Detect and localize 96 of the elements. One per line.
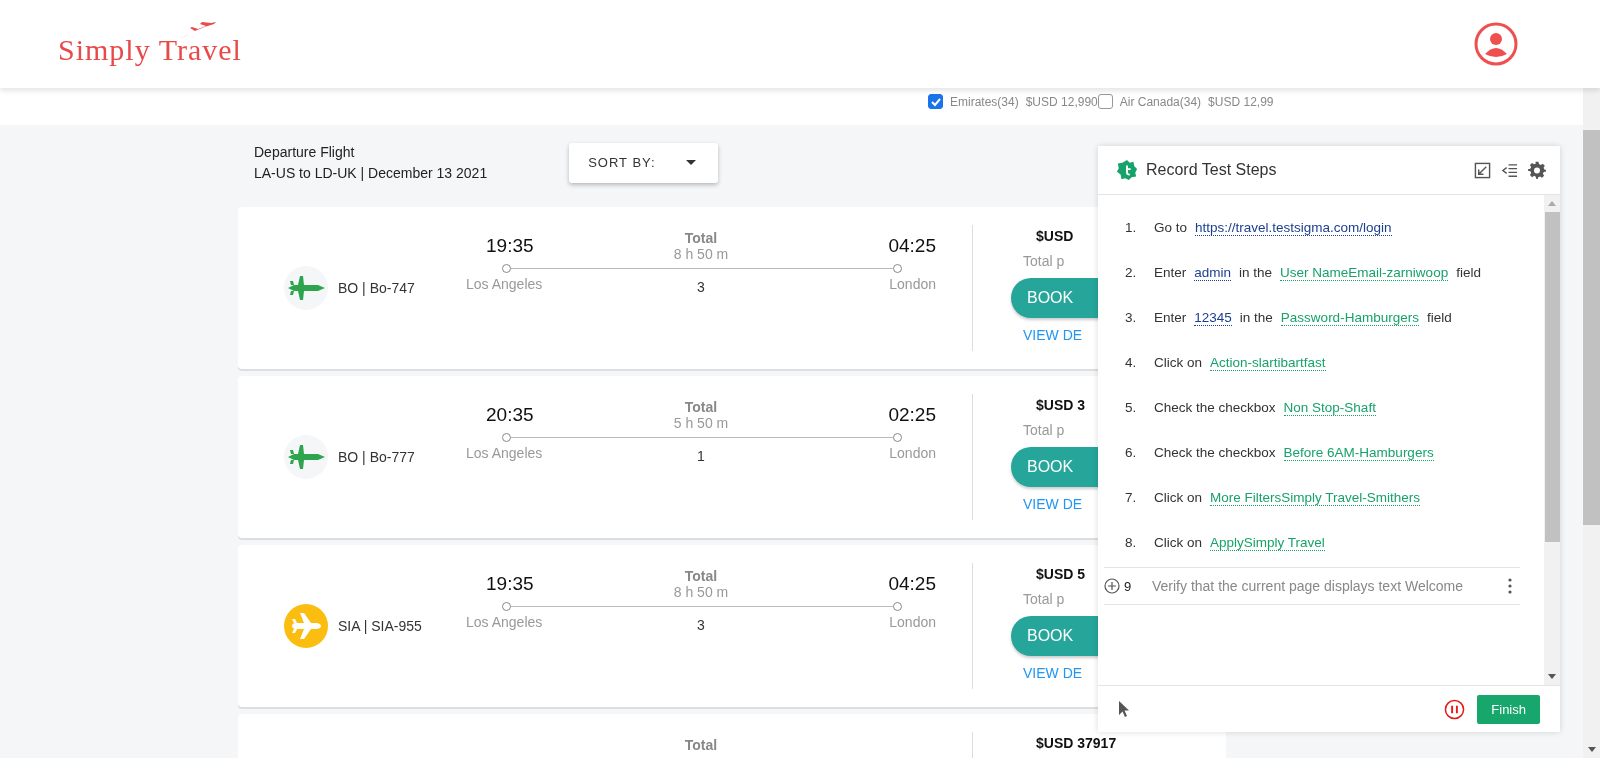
flight-duration: 5 h 50 m (673, 415, 729, 431)
step-text: Check the checkbox (1154, 400, 1276, 415)
arrival-city: London (889, 445, 936, 461)
airline-checkbox[interactable] (928, 94, 943, 109)
arrival-time: 02:25 (888, 404, 936, 426)
step-number: 5. (1125, 400, 1138, 415)
book-button[interactable]: BOOK (1011, 616, 1101, 656)
test-data-link[interactable]: 12345 (1194, 309, 1232, 326)
departure-city: Los Angeles (466, 614, 543, 630)
list-indent-icon[interactable] (1501, 161, 1518, 179)
view-details-link[interactable]: VIEW DE (1023, 496, 1083, 512)
test-data-link[interactable]: admin (1194, 264, 1232, 281)
logo[interactable]: Simply Travel (58, 21, 242, 67)
step-text: Enter (1154, 310, 1187, 325)
step-number: 6. (1125, 445, 1138, 460)
arrival-city: London (889, 614, 936, 630)
step-number: 3. (1125, 310, 1138, 325)
price: $USD 5 (1036, 566, 1086, 582)
departure-time: 19:35 (486, 573, 534, 595)
flight-duration: 8 h 50 m (673, 584, 729, 600)
stops-count: 3 (697, 279, 705, 295)
total-label: Total (684, 399, 718, 415)
stops-count: 3 (697, 617, 705, 633)
airplane-icon (284, 604, 328, 648)
step-text: Click on (1154, 355, 1202, 370)
settings-icon[interactable] (1528, 161, 1546, 179)
step-number: 7. (1125, 490, 1138, 505)
step-number: 1. (1125, 220, 1138, 235)
element-link[interactable]: More FiltersSimply Travel-Smithers (1210, 489, 1421, 506)
scrollbar[interactable] (1544, 195, 1560, 685)
price-note: Total p (1023, 253, 1065, 269)
step-number: 2. (1125, 265, 1138, 280)
step-number: 9 (1124, 578, 1133, 594)
step-number: 8. (1125, 535, 1138, 550)
total-label: Total (684, 230, 718, 246)
step-text: Click on (1154, 535, 1202, 550)
price: $USD 3 (1036, 397, 1086, 413)
more-options-icon[interactable] (1508, 578, 1512, 594)
element-link[interactable]: ApplySimply Travel (1210, 534, 1325, 551)
badge-icon (1116, 159, 1138, 181)
total-label: Total (684, 737, 718, 753)
element-link[interactable]: Password-Hamburgers (1280, 309, 1419, 326)
user-avatar-icon[interactable] (1474, 22, 1518, 66)
cursor-icon[interactable] (1118, 700, 1130, 718)
arrival-city: London (889, 276, 936, 292)
step-text: field (1426, 310, 1452, 325)
finish-button[interactable]: Finish (1477, 694, 1540, 724)
arrival-time: 04:25 (888, 235, 936, 257)
element-link[interactable]: Before 6AM-Hamburgers (1283, 444, 1434, 461)
page-scrollbar[interactable] (1583, 88, 1600, 758)
flight-number: BO | Bo-747 (338, 280, 415, 296)
step-text: Click on (1154, 490, 1202, 505)
sort-dropdown[interactable]: SORT BY: (569, 142, 718, 183)
airline-checkbox[interactable] (1097, 94, 1113, 109)
flight-number: BO | Bo-777 (338, 449, 415, 465)
step-input-field[interactable]: Verify that the current page displays text Welcome (1152, 578, 1504, 594)
total-label: Total (684, 568, 718, 584)
pause-icon[interactable] (1444, 698, 1466, 720)
departure-time: 19:35 (486, 235, 534, 257)
stops-count: 1 (697, 448, 705, 464)
step-text: Enter (1154, 265, 1187, 280)
departure-city: Los Angeles (466, 445, 543, 461)
element-link[interactable]: User NameEmail-zarniwoop (1280, 264, 1449, 281)
view-details-link[interactable]: VIEW DE (1023, 665, 1083, 681)
departure-time: 20:35 (486, 404, 534, 426)
step-number: 4. (1125, 355, 1138, 370)
arrival-time: 04:25 (888, 573, 936, 595)
test-data-link[interactable]: https://travel.testsigma.com/login (1195, 219, 1392, 236)
caret-icon (685, 159, 696, 166)
flight-duration: 8 h 50 m (673, 246, 729, 262)
step-text: in the (1239, 310, 1273, 325)
price-note: Total p (1023, 591, 1065, 607)
airline-filter-label: Air Canada(34) (1119, 94, 1202, 109)
departure-city: Los Angeles (466, 276, 543, 292)
jet-icon (284, 435, 328, 479)
element-link[interactable]: Action-slartibartfast (1210, 354, 1326, 371)
step-text: field (1456, 265, 1481, 280)
view-details-link[interactable]: VIEW DE (1023, 327, 1083, 343)
airline-filter-label: Emirates(34) (950, 94, 1019, 109)
element-link[interactable]: Non Stop-Shaft (1283, 399, 1376, 416)
jet-icon (284, 266, 328, 310)
results-title: Departure Flight (254, 144, 356, 160)
panel-title: Record Test Steps (1146, 161, 1277, 179)
filter-price: $USD 12,990 (1025, 94, 1098, 109)
filter-price: $USD 12,99 (1208, 94, 1274, 109)
step-text: Go to (1154, 220, 1188, 235)
price: $USD (1036, 228, 1074, 244)
price: $USD 37917 (1036, 735, 1117, 751)
add-step-icon[interactable] (1104, 578, 1120, 594)
flight-number: SIA | SIA-955 (338, 618, 422, 634)
step-text: Check the checkbox (1154, 445, 1276, 460)
price-note: Total p (1023, 422, 1065, 438)
book-button[interactable]: BOOK (1011, 447, 1101, 487)
book-button[interactable]: BOOK (1011, 278, 1101, 318)
step-text: in the (1239, 265, 1273, 280)
route-summary: LA-US to LD-UK | December 13 2021 (254, 165, 488, 181)
